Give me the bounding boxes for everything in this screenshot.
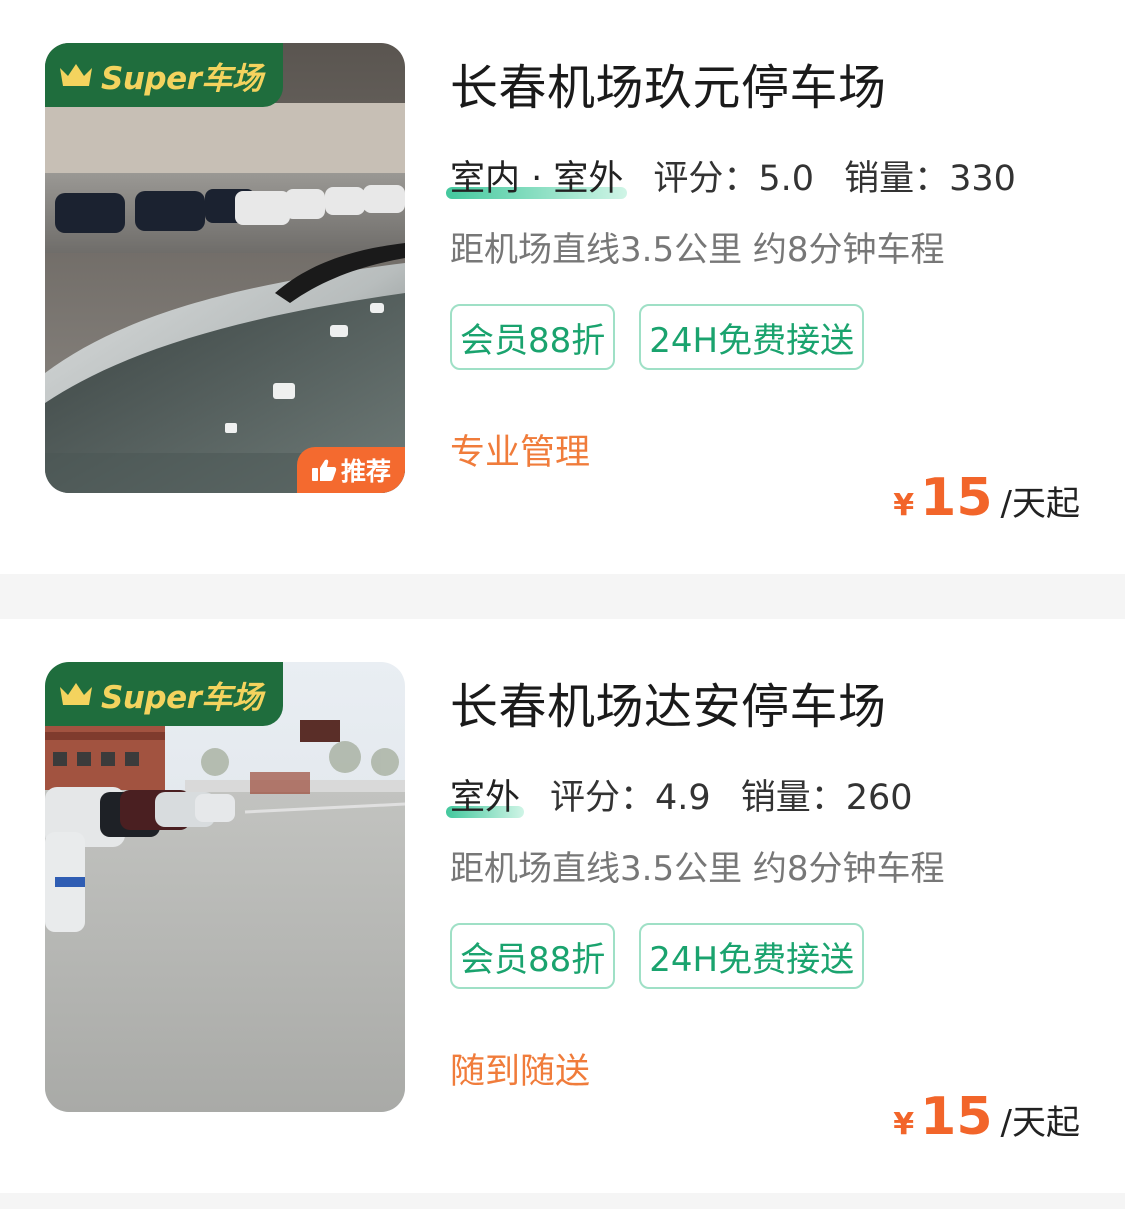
tag-list: 会员88折 24H免费接送: [450, 923, 865, 989]
rating: 评分：5.0: [653, 159, 815, 199]
sales-count: 销量：260: [740, 778, 913, 818]
super-badge-label: Super车场: [101, 679, 263, 716]
price-unit: /天起: [1000, 1103, 1080, 1143]
parking-type: 室外: [450, 778, 521, 818]
parking-list: Super车场 推荐 长春机场玖元停车场 室内 · 室外 评分：5.0 销量：3…: [0, 0, 1125, 1193]
rating: 评分：4.9: [550, 778, 711, 818]
parking-name: 长春机场达安停车场: [450, 679, 887, 735]
recommend-badge: 推荐: [297, 447, 405, 493]
parking-type: 室内 · 室外: [450, 159, 624, 199]
parking-card[interactable]: Super车场 推荐 长春机场玖元停车场 室内 · 室外 评分：5.0 销量：3…: [0, 0, 1125, 574]
parking-card[interactable]: Super车场 长春机场达安停车场 室外 评分：4.9 销量：260 距机场直线…: [0, 619, 1125, 1193]
recommend-label: 推荐: [340, 457, 391, 486]
tag-member-discount: 会员88折: [450, 304, 616, 370]
tag-member-discount: 会员88折: [450, 923, 616, 989]
price-currency: ¥: [893, 488, 915, 523]
outdoor-parking-photo: [45, 662, 405, 1112]
feature-text: 随到随送: [450, 1052, 591, 1092]
crown-icon: [60, 683, 92, 705]
price-value: 15: [920, 468, 993, 528]
tag-free-shuttle: 24H免费接送: [639, 923, 865, 989]
parking-photo[interactable]: Super车场: [45, 662, 405, 1112]
super-parking-badge: Super车场: [45, 43, 283, 107]
super-badge-label: Super车场: [101, 60, 263, 97]
indoor-parking-photo: [45, 43, 405, 493]
price-unit: /天起: [1000, 484, 1080, 524]
price-currency: ¥: [893, 1107, 915, 1142]
super-parking-badge: Super车场: [45, 662, 283, 726]
parking-meta: 室外 评分：4.9 销量：260: [450, 769, 943, 820]
parking-meta: 室内 · 室外 评分：5.0 销量：330: [450, 150, 1046, 201]
tag-list: 会员88折 24H免费接送: [450, 304, 865, 370]
parking-photo[interactable]: Super车场 推荐: [45, 43, 405, 493]
price-value: 15: [920, 1087, 993, 1147]
price: ¥ 15 /天起: [893, 468, 1080, 528]
distance-info: 距机场直线3.5公里 约8分钟车程: [450, 849, 945, 889]
tag-free-shuttle: 24H免费接送: [639, 304, 865, 370]
sales-count: 销量：330: [844, 159, 1016, 199]
price: ¥ 15 /天起: [893, 1087, 1080, 1147]
feature-text: 专业管理: [450, 433, 591, 473]
distance-info: 距机场直线3.5公里 约8分钟车程: [450, 230, 945, 270]
crown-icon: [60, 64, 92, 86]
parking-name: 长春机场玖元停车场: [450, 60, 887, 116]
thumbs-up-icon: [311, 459, 337, 481]
